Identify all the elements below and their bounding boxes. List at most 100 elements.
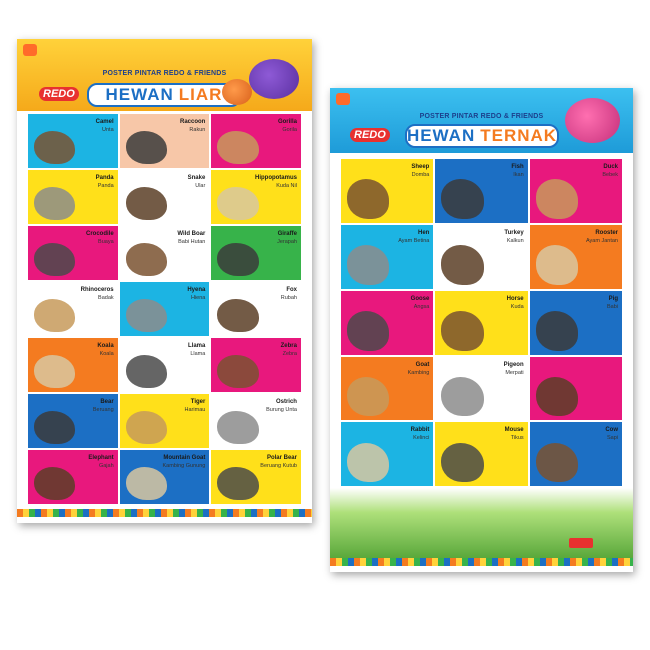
animal-name-en: Zebra <box>280 343 297 349</box>
animal-name-id: Jerapah <box>277 239 297 245</box>
animal-name-en: Tiger <box>190 399 206 405</box>
animal-card: Fox Rubah <box>210 281 302 337</box>
animal-name-id: Bebek <box>602 172 618 178</box>
animal-name-en: Fish <box>511 164 524 170</box>
animal-name-id: Kelinci <box>413 435 430 442</box>
animal-name-en: Llama <box>187 343 206 349</box>
cartoon-characters <box>565 98 620 143</box>
animal-name-en: Pigeon <box>503 361 524 368</box>
animal-card: Ostrich Burung Unta <box>210 393 302 449</box>
animal-label: Zebra Zebra <box>281 342 297 358</box>
cartoon-characters <box>222 79 252 105</box>
animal-photo <box>125 466 167 500</box>
animal-name-id: Harimau <box>184 407 206 413</box>
animal-photo <box>441 376 484 417</box>
animal-name-id: Babi Hutan <box>178 239 206 245</box>
animal-photo <box>535 376 579 417</box>
animal-name-id: Kuda Nil <box>276 183 297 189</box>
animal-name-en: Panda <box>95 175 114 181</box>
publisher-badge <box>569 538 593 548</box>
animal-name-en: Polar Bear <box>266 455 297 461</box>
animal-card: Bear Beruang <box>27 393 119 449</box>
title-word-1: HEWAN <box>105 85 174 104</box>
animal-grid: Camel Unta Raccoon Rakun Gorilla Gorila Panda P… <box>27 113 302 505</box>
animal-label: Hyena Hiena <box>187 286 205 302</box>
animal-card: Duck Bebek <box>528 158 623 224</box>
poster-hewan-ternak: POSTER PINTAR REDO & FRIENDS REDO HEWAN … <box>330 88 633 572</box>
cartoon-characters <box>249 59 299 99</box>
animal-photo <box>125 354 167 388</box>
animal-name-en: Goose <box>410 295 430 302</box>
animal-photo <box>217 354 259 388</box>
title-word-2: TERNAK <box>480 126 558 145</box>
animal-label: Camel Unta <box>96 118 114 134</box>
animal-name-en: Fox <box>286 287 297 293</box>
animal-photo <box>535 442 579 483</box>
animal-name-id: Ayam Betina <box>398 237 430 244</box>
animal-card: Sheep Domba <box>340 158 435 224</box>
animal-label: Mouse Tikus <box>505 426 524 442</box>
animal-photo <box>535 310 579 351</box>
animal-name-en: Ostrich <box>275 399 297 405</box>
animal-name-en: Giraffe <box>277 231 297 237</box>
animal-label: Sheep Domba <box>411 163 429 179</box>
animal-label: Elephant Gajah <box>88 454 113 470</box>
animal-card: Turkey Kalkun <box>434 223 529 290</box>
animal-photo <box>34 410 76 444</box>
animal-photo <box>347 310 390 351</box>
animal-photo <box>34 354 76 388</box>
animal-name-en: Sheep <box>411 164 430 170</box>
brand-label: REDO <box>39 87 79 101</box>
animal-name-en: Koala <box>97 343 114 349</box>
animal-photo <box>125 130 167 164</box>
animal-name-id: Ular <box>195 183 206 189</box>
animal-label: Hippopotamus Kuda Nil <box>255 174 297 190</box>
animal-name-en: Goat <box>415 361 430 368</box>
animal-photo <box>535 245 579 285</box>
animal-name-id: Gajah <box>98 463 114 469</box>
animal-photo <box>34 242 76 276</box>
animal-name-id: Panda <box>97 183 114 189</box>
animal-card: Hen Ayam Betina <box>340 223 435 290</box>
animal-name-en: Cow <box>605 427 618 434</box>
animal-name-en: Horse <box>506 295 524 302</box>
poster-title: HEWAN TERNAK <box>405 124 559 148</box>
animal-label: Bear Beruang <box>93 398 114 414</box>
animal-name-en: Rooster <box>595 229 618 236</box>
animal-label: Panda Panda <box>96 174 114 190</box>
publisher-logo <box>23 44 37 56</box>
animal-name-id: Kuda <box>510 303 524 310</box>
animal-name-id: Ayam Jantan <box>585 237 618 244</box>
animal-label: Goat Kambing <box>408 361 430 377</box>
animal-name-id: Kambing Gunung <box>162 463 206 469</box>
publisher-logo <box>336 93 350 105</box>
animal-name-en: Turkey <box>504 229 524 236</box>
poster-header: POSTER PINTAR REDO & FRIENDS REDO HEWAN … <box>17 39 312 111</box>
animal-label: Duck Bebek <box>602 163 618 179</box>
animal-label: Wild Boar Babi Hutan <box>177 230 205 246</box>
animal-label: Rabbit Kelinci <box>411 426 430 442</box>
animal-photo <box>217 466 259 500</box>
animal-photo <box>217 242 259 276</box>
title-word-2: LIAR <box>178 85 223 104</box>
animal-name-id: Babi <box>606 303 618 310</box>
animal-card: Polar Bear Beruang Kutub <box>210 449 302 505</box>
animal-label: Fish Ikan <box>511 163 523 179</box>
animal-name-id: Zebra <box>282 351 297 357</box>
animal-photo <box>347 442 390 483</box>
animal-card: Camel Unta <box>27 113 119 169</box>
animal-label: Gorilla Gorila <box>278 118 297 134</box>
animal-label: Horse Kuda <box>507 295 524 311</box>
animal-card: Raccoon Rakun <box>118 113 211 169</box>
animal-label: Pig Babi <box>607 295 618 311</box>
poster-header: POSTER PINTAR REDO & FRIENDS REDO HEWAN … <box>330 88 633 153</box>
title-word-1: HEWAN <box>406 126 476 145</box>
animal-photo <box>441 245 484 285</box>
animal-label: Cow Sapi <box>605 426 618 442</box>
bottom-stripe <box>17 509 312 517</box>
animal-name-id: Unta <box>102 127 114 133</box>
animal-photo <box>217 130 259 164</box>
animal-label: Fox Rubah <box>281 286 297 302</box>
animal-card: Snake Ular <box>118 169 211 225</box>
animal-label: Tiger Harimau <box>185 398 206 414</box>
